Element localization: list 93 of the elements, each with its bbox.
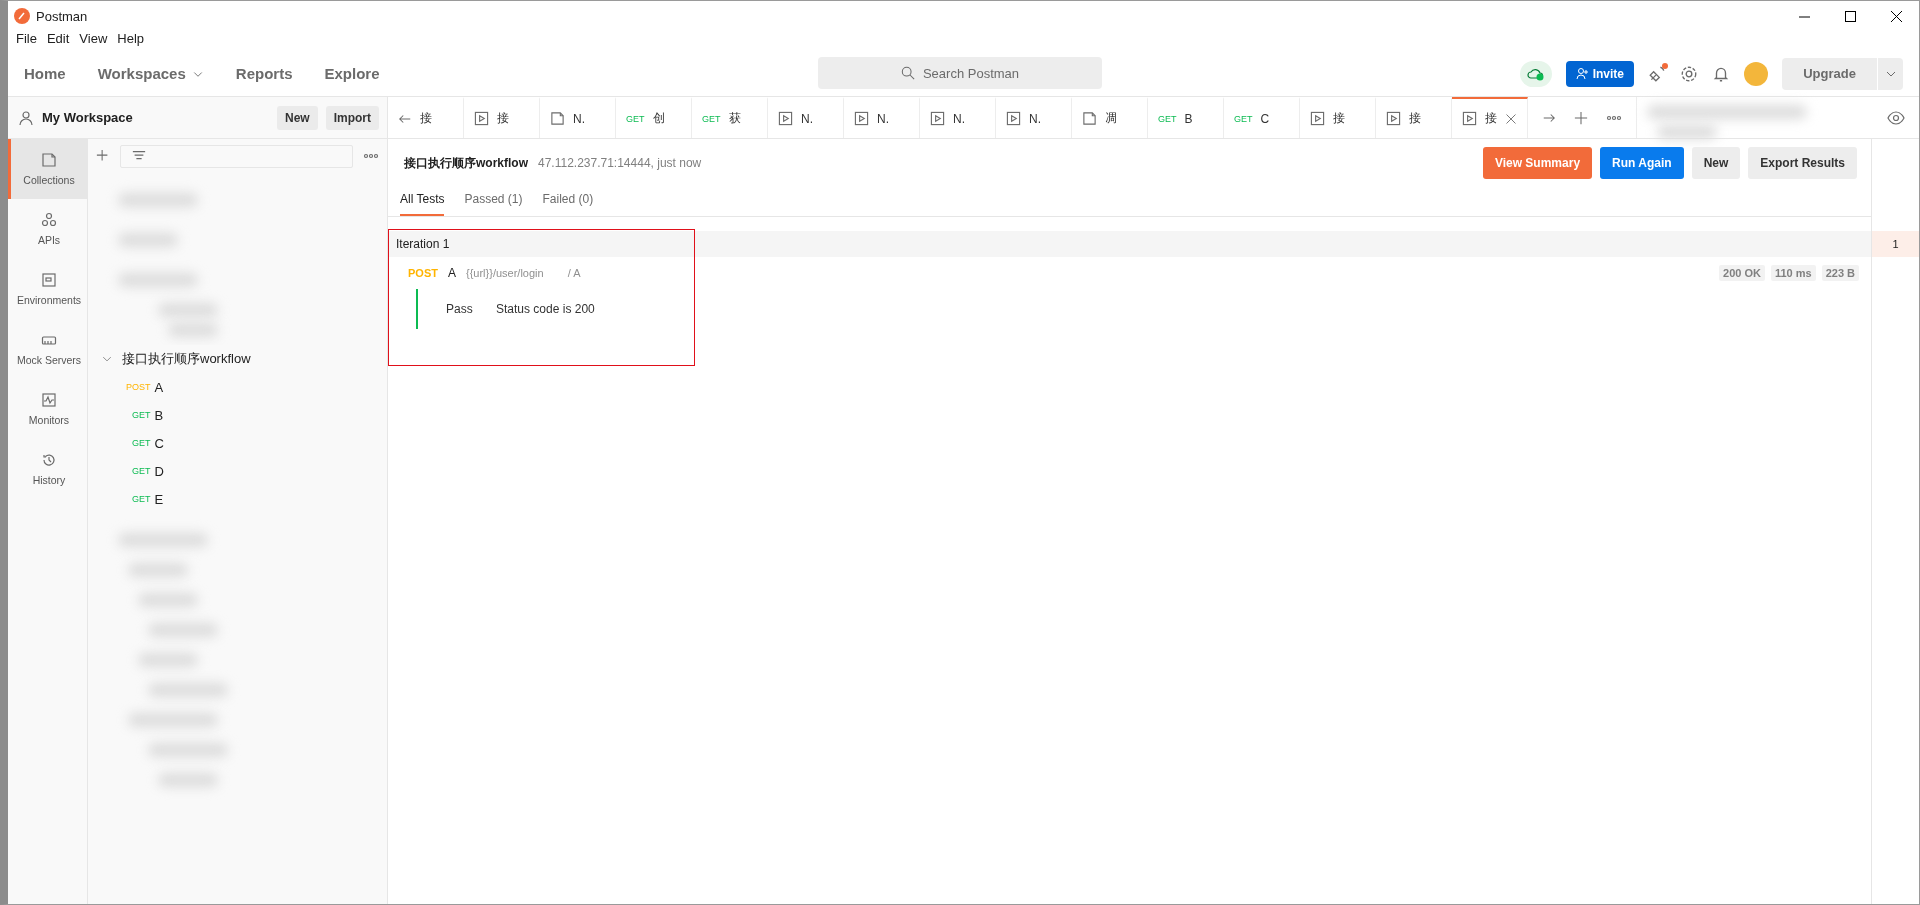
request-item[interactable]: GET E — [88, 485, 387, 513]
request-tab[interactable]: GET 创 — [616, 97, 692, 138]
eye-icon[interactable] — [1887, 110, 1905, 125]
search-field[interactable]: Search Postman — [818, 57, 1102, 89]
request-tab[interactable]: N. — [996, 97, 1072, 138]
upgrade-button[interactable]: Upgrade — [1782, 57, 1877, 90]
request-path: / A — [567, 267, 581, 279]
runner-icon — [1386, 111, 1401, 126]
sidebar-tab[interactable]: History — [8, 439, 87, 499]
invite-button[interactable]: Invite — [1565, 60, 1634, 87]
request-tab[interactable]: N. — [844, 97, 920, 138]
request-name: A — [447, 266, 456, 280]
response-time: 110 ms — [1770, 265, 1816, 281]
folder-icon — [550, 111, 565, 126]
run-meta: 47.112.237.71:14444, just now — [538, 156, 702, 170]
request-item[interactable]: POST A — [88, 373, 387, 401]
sidebar-tab[interactable]: Environments — [8, 259, 87, 319]
request-method: GET — [1158, 113, 1177, 124]
request-method: GET — [702, 113, 721, 124]
runner-icon — [474, 111, 489, 126]
close-icon[interactable] — [1890, 10, 1902, 22]
sync-status-icon[interactable] — [1519, 60, 1552, 87]
nav-link[interactable]: Workspaces — [97, 65, 204, 82]
request-item[interactable]: GET C — [88, 429, 387, 457]
folder-icon — [1082, 111, 1097, 126]
request-tab[interactable]: 接 — [464, 97, 540, 138]
filter-tab[interactable]: Failed (0) — [542, 183, 594, 216]
environment-icon — [41, 272, 57, 288]
more-icon[interactable] — [363, 153, 379, 159]
folder-icon — [41, 152, 57, 168]
menu-item[interactable]: Help — [113, 31, 149, 51]
menu-item[interactable]: View — [75, 31, 112, 51]
more-icon[interactable] — [1606, 114, 1622, 121]
run-title: 接口执行顺序workflow — [404, 154, 528, 172]
new-button[interactable]: New — [276, 105, 318, 130]
import-button[interactable]: Import — [325, 105, 379, 130]
request-url: {{url}}/user/login — [465, 267, 544, 279]
runner-icon — [1006, 111, 1021, 126]
request-tab[interactable]: 接 — [1300, 97, 1376, 138]
filter-tab[interactable]: All Tests — [400, 183, 445, 216]
request-tab[interactable]: N. — [920, 97, 996, 138]
action-button[interactable]: Run Again — [1600, 147, 1684, 179]
runner-icon — [930, 111, 945, 126]
request-tab[interactable]: 凋 — [1072, 97, 1148, 138]
request-tab[interactable]: N. — [540, 97, 616, 138]
nav-link[interactable]: Home — [24, 65, 66, 82]
filter-tab[interactable]: Passed (1) — [464, 183, 523, 216]
action-button[interactable]: Export Results — [1748, 147, 1857, 179]
sidebar-tab[interactable]: APIs — [8, 199, 87, 259]
request-method: GET — [1234, 113, 1253, 124]
request-item[interactable]: GET B — [88, 401, 387, 429]
menu-item[interactable]: Edit — [42, 31, 74, 51]
filter-field[interactable] — [120, 144, 353, 168]
sidebar-tab[interactable]: Mock Servers — [8, 319, 87, 379]
iteration-index[interactable]: 1 — [1872, 231, 1919, 257]
request-item[interactable]: GET D — [88, 457, 387, 485]
collection-row[interactable]: 接口执行顺序workflow — [88, 345, 387, 373]
request-tab[interactable]: GET B — [1148, 97, 1224, 138]
request-method: POST — [408, 267, 438, 279]
add-user-icon — [1575, 67, 1589, 80]
request-tab[interactable]: N. — [768, 97, 844, 138]
status-code: 200 OK — [1719, 265, 1765, 281]
search-icon — [900, 66, 915, 80]
menu-item[interactable]: File — [12, 31, 41, 51]
runner-icon — [778, 111, 793, 126]
add-icon[interactable] — [1574, 110, 1588, 125]
runner-icon — [1310, 111, 1325, 126]
add-icon[interactable] — [96, 149, 110, 163]
test-name: Status code is 200 — [496, 302, 595, 316]
test-result: Pass — [446, 302, 474, 316]
window-title: Postman — [36, 8, 88, 24]
runner-icon — [1462, 111, 1477, 126]
request-tab[interactable]: 接 — [1452, 97, 1528, 138]
nav-link[interactable]: Explore — [324, 65, 380, 82]
sidebar-tab[interactable]: Monitors — [8, 379, 87, 439]
action-button[interactable]: New — [1691, 147, 1741, 179]
workspace-name: My Workspace — [42, 110, 133, 125]
settings-icon[interactable] — [1680, 64, 1698, 83]
history-icon — [41, 452, 57, 468]
runner-icon — [854, 111, 869, 126]
user-icon — [18, 109, 34, 126]
iteration-header: Iteration 1 — [388, 231, 1871, 257]
request-method: GET — [626, 113, 645, 124]
response-size: 223 B — [1821, 265, 1859, 281]
monitor-icon — [41, 392, 57, 408]
app-logo-icon — [14, 8, 30, 24]
maximize-icon[interactable] — [1844, 10, 1856, 22]
request-tab[interactable]: 接 — [388, 97, 464, 138]
nav-link[interactable]: Reports — [235, 65, 293, 82]
request-tab[interactable]: GET 获 — [692, 97, 768, 138]
sidebar-tab[interactable]: Collections — [8, 139, 87, 199]
api-icon — [41, 212, 57, 228]
request-tab[interactable]: GET C — [1224, 97, 1300, 138]
